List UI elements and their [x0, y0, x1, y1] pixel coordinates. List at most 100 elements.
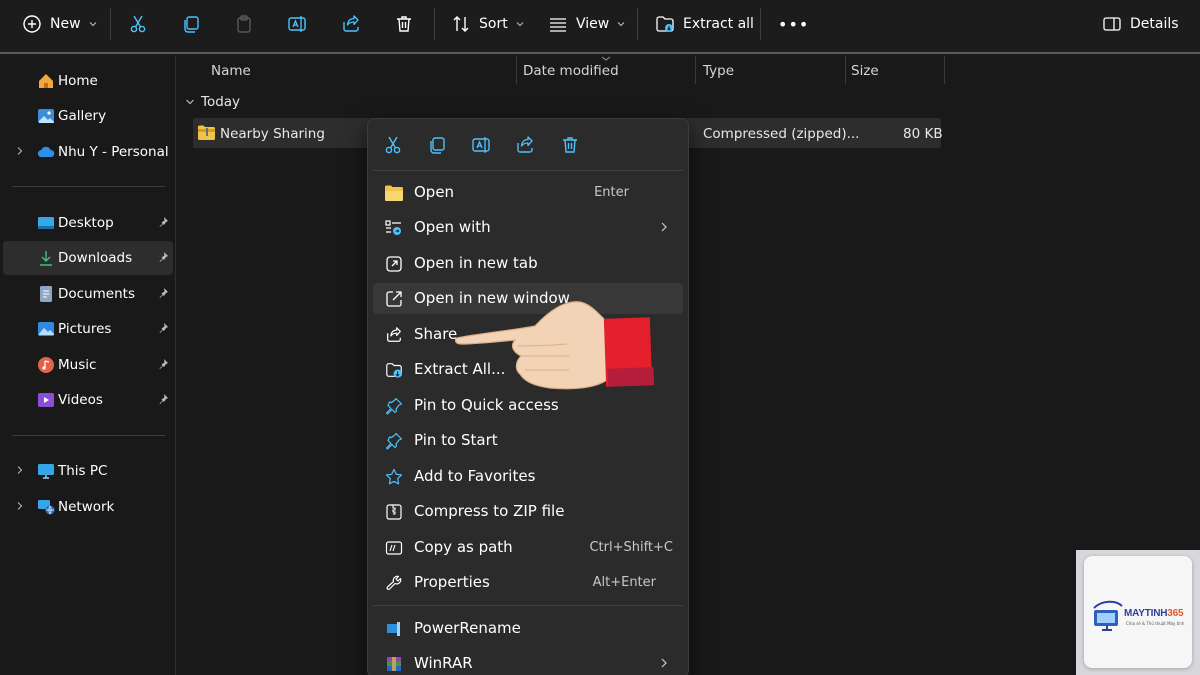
more-options-button[interactable]: •••	[778, 0, 809, 48]
sidebar-item-onedrive[interactable]: Nhu Y - Personal	[3, 135, 173, 169]
sidebar-divider	[12, 435, 165, 436]
cloud-icon	[37, 146, 55, 158]
context-item-compress-zip[interactable]: Compress to ZIP file	[373, 496, 683, 527]
sidebar-item-this-pc[interactable]: This PC	[3, 454, 173, 488]
pin-icon	[159, 288, 168, 298]
view-label: View	[576, 16, 610, 32]
column-divider[interactable]	[695, 56, 696, 84]
context-item-open-with[interactable]: Open with	[373, 212, 683, 243]
context-item-pin-start[interactable]: Pin to Start	[373, 425, 683, 456]
toolbar-divider	[434, 8, 435, 40]
sidebar-divider	[12, 186, 165, 187]
videos-icon	[38, 393, 54, 407]
file-size: 80 KB	[903, 126, 943, 142]
column-header-label: Name	[211, 63, 251, 79]
chevron-right-icon	[17, 466, 23, 474]
context-item-open-new-tab[interactable]: Open in new tab	[373, 248, 683, 279]
context-delete-button[interactable]	[558, 133, 582, 157]
context-item-shortcut: Ctrl+Shift+C	[589, 540, 673, 555]
sidebar-item-videos[interactable]: Videos	[3, 383, 173, 417]
toolbar-divider	[637, 8, 638, 40]
context-item-add-favorites[interactable]: Add to Favorites	[373, 461, 683, 492]
group-header-today[interactable]: Today	[185, 94, 240, 110]
navigation-pane: Home Gallery Nhu Y - Personal Desktop Do…	[0, 56, 176, 675]
paste-button[interactable]	[234, 0, 254, 48]
view-button[interactable]: View	[548, 0, 625, 48]
context-cut-button[interactable]	[381, 133, 405, 157]
rename-icon	[288, 16, 306, 32]
toolbar-divider	[110, 8, 111, 40]
sidebar-item-label: Nhu Y - Personal	[58, 144, 169, 160]
column-header-type[interactable]: Type	[703, 56, 734, 86]
context-item-properties[interactable]: Properties Alt+Enter	[373, 567, 683, 598]
sort-button[interactable]: Sort	[451, 0, 524, 48]
delete-button[interactable]	[394, 0, 414, 48]
context-copy-button[interactable]	[425, 133, 449, 157]
column-header-name[interactable]: Name	[211, 56, 251, 86]
network-icon	[38, 500, 55, 515]
cut-button[interactable]	[128, 0, 148, 48]
share-icon	[343, 15, 359, 32]
sort-chevron-icon	[601, 56, 611, 61]
context-item-label: WinRAR	[414, 654, 473, 672]
column-divider[interactable]	[845, 56, 846, 84]
context-item-powerrename[interactable]: PowerRename	[373, 613, 683, 644]
context-share-button[interactable]	[513, 133, 537, 157]
share-icon	[384, 325, 404, 345]
copy-button[interactable]	[181, 0, 201, 48]
music-icon	[38, 357, 54, 373]
context-item-label: Copy as path	[414, 538, 513, 556]
details-button[interactable]: Details	[1102, 0, 1179, 48]
sidebar-item-desktop[interactable]: Desktop	[3, 206, 173, 240]
view-lines-icon	[550, 18, 566, 32]
logo-tagline: Chia sẻ & Thủ thuật Máy tính	[1126, 621, 1185, 626]
context-item-label: PowerRename	[414, 619, 521, 637]
logo-brand-b: 365	[1167, 608, 1184, 619]
wrench-icon	[384, 573, 404, 593]
column-divider[interactable]	[516, 56, 517, 84]
rename-button[interactable]	[287, 0, 307, 48]
sidebar-item-gallery[interactable]: Gallery	[3, 99, 173, 133]
file-type: Compressed (zipped)...	[703, 126, 860, 142]
group-label: Today	[201, 94, 241, 110]
zip-folder-icon	[198, 125, 215, 140]
extract-icon	[384, 360, 404, 380]
pin-start-icon	[384, 431, 404, 451]
sidebar-item-downloads[interactable]: Downloads	[3, 241, 173, 275]
copy-path-icon	[384, 538, 404, 558]
sidebar-item-home[interactable]: Home	[3, 64, 173, 98]
context-item-copy-as-path[interactable]: Copy as path Ctrl+Shift+C	[373, 532, 683, 563]
pc-icon	[38, 464, 54, 479]
sidebar-item-pictures[interactable]: Pictures	[3, 312, 173, 346]
documents-icon	[40, 286, 52, 302]
context-item-label: Compress to ZIP file	[414, 502, 565, 520]
context-rename-button[interactable]	[469, 133, 493, 157]
scissors-icon	[130, 15, 146, 33]
sidebar-item-network[interactable]: Network	[3, 490, 173, 524]
sidebar-item-label: Videos	[58, 392, 103, 408]
context-item-label: Add to Favorites	[414, 467, 536, 485]
powerrename-icon	[384, 619, 404, 639]
sidebar-item-documents[interactable]: Documents	[3, 277, 173, 311]
sidebar-item-label: Desktop	[58, 215, 114, 231]
column-header-label: Type	[703, 63, 735, 79]
rename-icon	[472, 137, 490, 153]
column-header-size[interactable]: Size	[851, 56, 879, 86]
scissors-icon	[385, 136, 401, 154]
logo-brand: MAYTINH365	[1124, 608, 1184, 619]
context-item-label: Properties	[414, 573, 490, 591]
context-item-winrar[interactable]: WinRAR	[373, 648, 683, 675]
extract-all-button[interactable]: Extract all	[655, 0, 754, 48]
sidebar-item-music[interactable]: Music	[3, 348, 173, 382]
chevron-down-icon	[617, 22, 625, 27]
column-header-label: Size	[851, 63, 879, 79]
sidebar-item-label: This PC	[58, 463, 108, 479]
sidebar-item-label: Music	[58, 357, 97, 373]
new-button[interactable]: New	[22, 0, 97, 48]
share-button[interactable]	[341, 0, 361, 48]
star-icon	[384, 467, 404, 487]
chevron-right-icon	[661, 222, 667, 232]
column-divider[interactable]	[944, 56, 945, 84]
clipboard-icon	[237, 15, 251, 33]
context-item-open[interactable]: Open Enter	[373, 177, 683, 208]
